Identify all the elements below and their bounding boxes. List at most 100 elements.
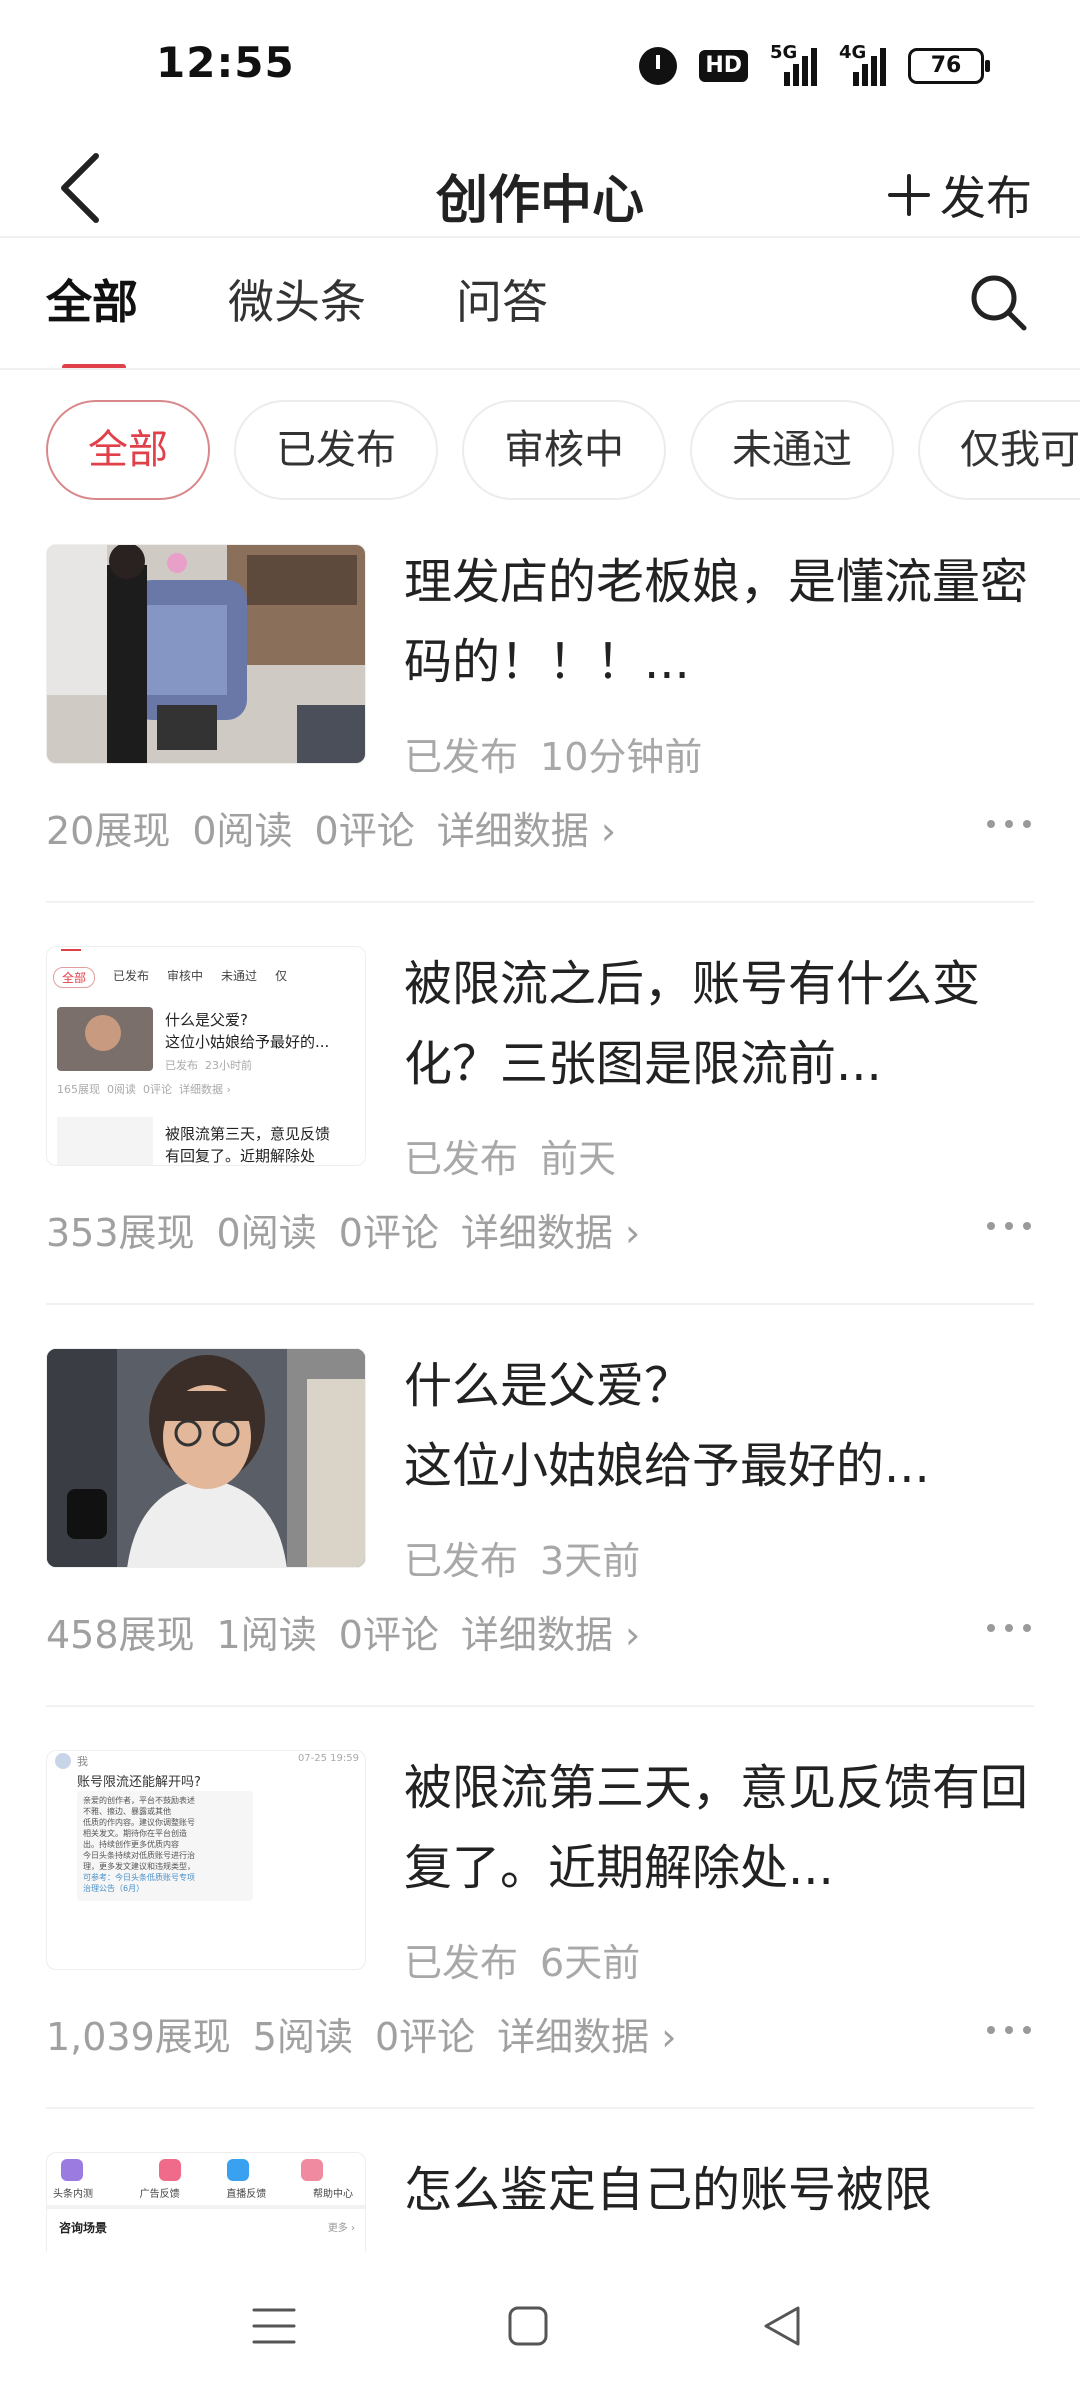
- home-square-icon[interactable]: [498, 2296, 558, 2356]
- article-stats: 1,039展现 5阅读 0评论 详细数据 ›: [46, 2006, 698, 2061]
- thumb-item: 直播反馈: [226, 2189, 267, 2200]
- thumb-chip: 已发布: [113, 969, 150, 983]
- girl-photo: [47, 1349, 365, 1567]
- filter-reviewing[interactable]: 审核中: [462, 400, 666, 500]
- signal-5g-icon: 5G: [770, 42, 817, 86]
- views-count: 1,039展现: [46, 2015, 231, 2059]
- more-icon[interactable]: [984, 2020, 1034, 2040]
- thumb-item: 广告反馈: [139, 2189, 180, 2200]
- article-item[interactable]: 理发店的老板娘，是懂流量密码的！！！... 已发布 10分钟前 20展现 0阅读 0评…: [46, 544, 1034, 946]
- thumb-date: 07-25 19:59: [297, 1753, 359, 1764]
- views-count: 353展现: [46, 1211, 195, 1255]
- article-time: 前天: [540, 1137, 617, 1181]
- comments-count: 0评论: [314, 809, 415, 853]
- article-time: 6天前: [540, 1941, 641, 1985]
- thumb-chip: 未通过: [221, 969, 258, 983]
- article-divider: [46, 1705, 1034, 1707]
- detail-data-link[interactable]: 详细数据 ›: [461, 1613, 640, 1657]
- tabs-divider: [0, 368, 1080, 370]
- article-item[interactable]: 全部 已发布 审核中 未通过 仅 什么是父爱? 这位小姑娘给予最好的... 已发…: [46, 946, 1034, 1348]
- thumb-title-line: 什么是父爱?: [165, 1011, 248, 1029]
- signal-4g-icon: 4G: [839, 42, 886, 86]
- hd-voice-icon: HD: [699, 50, 748, 82]
- reads-count: 5阅读: [252, 2015, 353, 2059]
- thumb-title-line: 这位小姑娘给予最好的...: [165, 1033, 330, 1051]
- article-divider: [46, 2107, 1034, 2109]
- article-item[interactable]: 什么是父爱？ 这位小姑娘给予最好的... 已发布 3天前 458展现 1阅读 0评论详…: [46, 1348, 1034, 1750]
- article-status: 已发布: [404, 1941, 519, 1985]
- detail-data-link[interactable]: 详细数据 ›: [497, 2015, 676, 2059]
- tab-qa[interactable]: 问答: [456, 262, 548, 342]
- content-tabs: 全部 微头条 问答: [46, 262, 548, 370]
- more-icon[interactable]: [984, 814, 1034, 834]
- filter-private[interactable]: 仅我可见: [918, 400, 1080, 500]
- comments-count: 0评论: [338, 1211, 439, 1255]
- article-status: 已发布: [404, 1137, 519, 1181]
- thumb-section: 咨询场景: [59, 2221, 108, 2235]
- thumb-chip: 全部: [53, 967, 96, 988]
- thumb-reply-line: 亲爱的创作者，平台不鼓励表述: [83, 1796, 195, 1805]
- reads-count: 0阅读: [192, 809, 293, 853]
- more-icon[interactable]: [984, 1618, 1034, 1638]
- signal-4g-label: 4G: [839, 42, 867, 63]
- status-bar: 12:55 HD 5G 4G 76: [0, 0, 1080, 140]
- article-thumbnail: [46, 1348, 366, 1568]
- thumb-reply-line: 今日头条持续对低质账号进行治: [83, 1851, 195, 1860]
- article-status-line: 已发布 6天前: [404, 1932, 640, 1987]
- more-icon[interactable]: [984, 1216, 1034, 1236]
- search-icon[interactable]: [966, 270, 1030, 334]
- thumb-stats: 165展现 0阅读 0评论 详细数据 ›: [57, 1083, 231, 1096]
- comments-count: 0评论: [374, 2015, 476, 2059]
- article-divider: [46, 1303, 1034, 1305]
- reads-count: 0阅读: [216, 1211, 317, 1255]
- article-title: 理发店的老板娘，是懂流量密码的！！！...: [404, 554, 1029, 690]
- thumb-question: 账号限流还能解开吗?: [77, 1775, 201, 1790]
- status-time: 12:55: [156, 38, 295, 87]
- tab-micro-headline[interactable]: 微头条: [228, 262, 366, 342]
- article-divider: [46, 901, 1034, 903]
- menu-icon[interactable]: [244, 2296, 304, 2356]
- thumb-item: 头条内测: [53, 2189, 93, 2200]
- thumb-more: 更多 ›: [327, 2223, 355, 2234]
- reads-count: 1阅读: [216, 1613, 317, 1657]
- back-triangle-icon[interactable]: [752, 2296, 812, 2356]
- article-status: 已发布: [404, 735, 519, 779]
- filter-published[interactable]: 已发布: [234, 400, 438, 500]
- thumb-next-title: 有回复了。近期解除处: [165, 1147, 316, 1165]
- thumb-reply-line: 出。持续创作更多优质内容: [83, 1840, 179, 1849]
- publish-button[interactable]: 发布: [888, 162, 1032, 228]
- thumb-meta: 已发布 23小时前: [165, 1059, 252, 1072]
- article-status: 已发布: [404, 1539, 519, 1583]
- title-bar: 创作中心 发布: [0, 140, 1080, 236]
- thumb-sender: 我: [77, 1755, 88, 1768]
- plus-icon: [888, 174, 930, 216]
- thumb-reply-line: 相关发文。期待你在平台创造: [83, 1829, 187, 1838]
- alarm-icon: [639, 47, 678, 85]
- publish-label: 发布: [940, 171, 1032, 225]
- article-title: 被限流第三天，意见反馈有回复了。近期解除处...: [404, 1760, 1029, 1896]
- thumb-reply-line: 理，更多发文建议和违规类型，: [83, 1862, 195, 1871]
- filter-all[interactable]: 全部: [46, 400, 210, 500]
- article-status-line: 已发布 3天前: [404, 1530, 640, 1585]
- article-thumbnail: 全部 已发布 审核中 未通过 仅 什么是父爱? 这位小姑娘给予最好的... 已发…: [46, 946, 366, 1166]
- article-time: 10分钟前: [540, 735, 703, 779]
- article-time: 3天前: [540, 1539, 641, 1583]
- article-item[interactable]: 我 07-25 19:59 账号限流还能解开吗? 亲爱的创作者，平台不鼓励表述 …: [46, 1750, 1034, 2152]
- filter-rejected[interactable]: 未通过: [690, 400, 894, 500]
- system-nav-bar: [0, 2252, 1080, 2400]
- battery-icon: 76: [908, 48, 990, 84]
- article-title: 什么是父爱？ 这位小姑娘给予最好的...: [404, 1358, 930, 1494]
- tab-all[interactable]: 全部: [46, 262, 138, 370]
- status-icons: HD 5G 4G 76: [639, 42, 990, 88]
- article-stats: 458展现 1阅读 0评论 详细数据 ›: [46, 1604, 662, 1659]
- thumb-reply-line: 可参考：今日头条低质账号专项: [83, 1873, 195, 1882]
- thumb-reply-line: 低质的作内容。建议你调整账号: [83, 1818, 195, 1827]
- detail-data-link[interactable]: 详细数据 ›: [437, 809, 616, 853]
- thumb-chip: 审核中: [167, 969, 204, 983]
- article-stats: 20展现 0阅读 0评论 详细数据 ›: [46, 800, 638, 855]
- detail-data-link[interactable]: 详细数据 ›: [461, 1211, 640, 1255]
- signal-5g-label: 5G: [770, 42, 798, 63]
- views-count: 458展现: [46, 1613, 195, 1657]
- filter-chips: 全部 已发布 审核中 未通过 仅我可见: [46, 400, 1080, 500]
- article-title: 被限流之后，账号有什么变化？三张图是限流前...: [404, 956, 981, 1092]
